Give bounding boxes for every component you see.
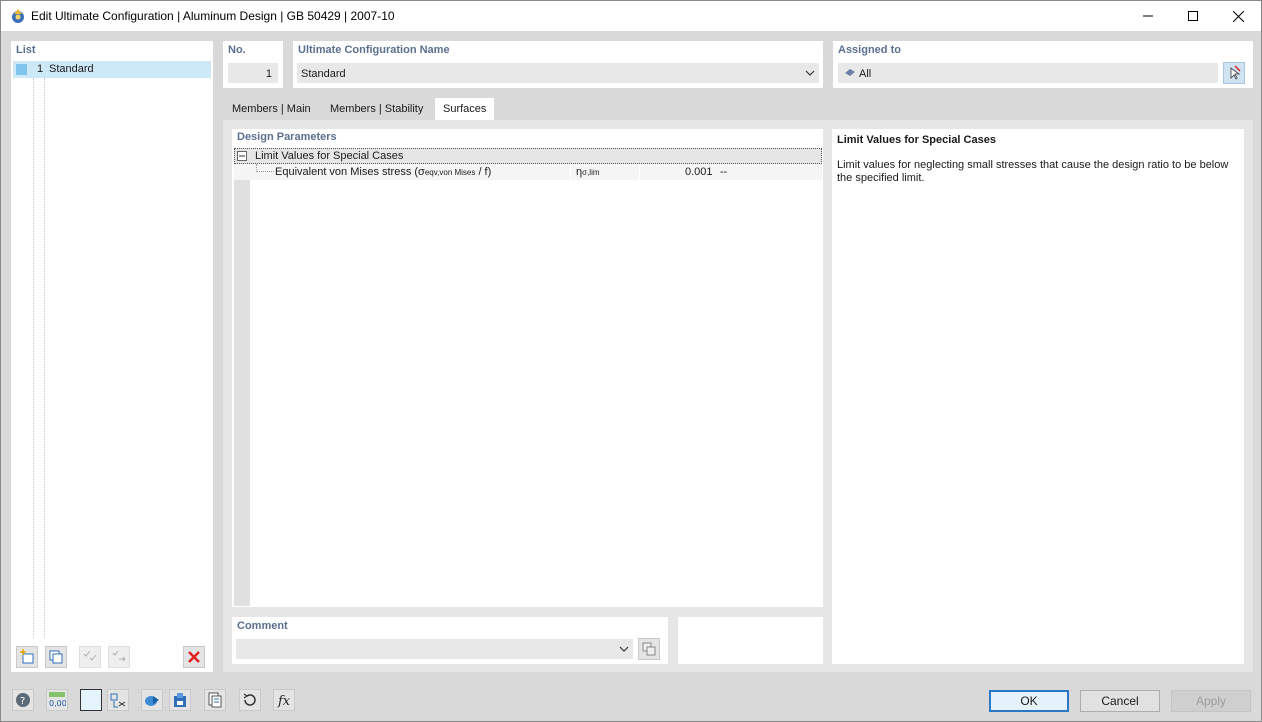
info-panel: Limit Values for Special Cases Limit val… [832,129,1244,664]
uncheck-all-icon [111,649,127,665]
chevron-down-icon [805,68,815,78]
tab-label: Surfaces [443,103,487,115]
parameter-name-text: Equivalent von Mises stress (σ [275,166,425,178]
dialog-window: Edit Ultimate Configuration | Aluminum D… [0,0,1262,722]
tree-guide [33,78,34,638]
new-item-button[interactable] [16,646,38,668]
select-in-model-button[interactable] [1223,62,1245,84]
copy-icon [642,642,656,656]
parameter-name: Equivalent von Mises stress (σeqv,von Mi… [275,166,491,178]
app-icon [10,8,26,24]
new-item-icon [19,649,35,665]
formula-icon: fx [276,692,292,708]
comment-label: Comment [237,620,288,632]
svg-text:0,00: 0,00 [49,699,66,708]
ok-button[interactable]: OK [989,690,1069,712]
reset-button[interactable] [239,689,261,711]
info-title: Limit Values for Special Cases [837,134,996,146]
parameter-name-end: / f) [475,166,492,178]
save-to-library-button[interactable] [169,689,191,711]
model-view-icon [110,692,126,708]
group-label: Limit Values for Special Cases [255,150,404,162]
color-button[interactable] [80,689,102,711]
list-item-number: 1 [37,63,44,75]
comment-select[interactable] [236,639,633,659]
tab-members-main[interactable]: Members | Main [224,98,319,120]
number-field[interactable]: 1 [228,63,278,83]
assigned-label: Assigned to [838,44,901,56]
title-bar: Edit Ultimate Configuration | Aluminum D… [1,1,1261,31]
color-swatch [16,64,27,75]
grid-gutter [234,164,250,606]
report-icon [207,692,223,708]
svg-text:fx: fx [277,694,291,708]
library-icon [172,692,188,708]
assigned-field[interactable]: All [838,63,1218,83]
check-all-icon [82,649,98,665]
list-label: List [16,44,36,56]
check-all-button[interactable] [79,646,101,668]
info-text: Limit values for neglecting small stress… [837,159,1229,184]
minimize-button[interactable] [1125,1,1171,31]
name-value: Standard [301,68,346,80]
parameter-name-subscript: eqv,von Mises [424,168,476,177]
copy-item-button[interactable] [45,646,67,668]
maximize-icon [1188,11,1198,21]
parameter-value[interactable]: 0.001 [685,166,713,178]
tree-connector [256,164,274,172]
maximize-button[interactable] [1170,1,1216,31]
export-icon [144,692,160,708]
collapse-icon[interactable] [237,151,247,161]
formula-button[interactable]: fx [273,689,295,711]
help-icon: ? [15,692,31,708]
table-row[interactable]: Equivalent von Mises stress (σeqv,von Mi… [234,164,822,180]
minimize-icon [1143,11,1153,21]
reset-icon [242,692,258,708]
tree-guide [44,78,45,638]
tab-label: Members | Main [232,103,311,115]
delete-icon [187,650,201,664]
parameter-symbol: ησ,lim [576,166,600,178]
group-header-row[interactable]: Limit Values for Special Cases [234,148,822,164]
pick-cursor-icon [1226,65,1242,81]
decimal-icon: 0,00 [48,692,66,708]
window-title: Edit Ultimate Configuration | Aluminum D… [31,9,395,23]
units-button[interactable]: 0,00 [46,689,68,711]
list-item-name: Standard [49,63,94,75]
surface-icon [844,68,856,78]
report-button[interactable] [204,689,226,711]
help-button[interactable]: ? [12,689,34,711]
comment-library-button[interactable] [638,638,660,660]
tab-members-stability[interactable]: Members | Stability [322,98,431,120]
design-parameters-panel: Design Parameters [232,129,823,607]
blank-panel [678,617,823,664]
apply-button[interactable]: Apply [1171,690,1251,712]
parameter-unit: -- [720,166,728,178]
symbol-cell: ησ,lim [570,164,640,180]
name-select[interactable]: Standard [297,63,819,83]
name-label: Ultimate Configuration Name [298,44,450,56]
number-label: No. [228,44,246,56]
list-item[interactable]: 1 Standard [13,61,211,78]
export-button[interactable] [141,689,163,711]
copy-item-icon [48,649,64,665]
design-parameters-label: Design Parameters [237,131,337,143]
model-view-button[interactable] [107,689,129,711]
close-icon [1232,10,1244,22]
delete-item-button[interactable] [183,646,205,668]
uncheck-all-button[interactable] [108,646,130,668]
svg-text:?: ? [20,696,25,707]
symbol-subscript: σ,lim [582,168,600,177]
tab-label: Members | Stability [330,103,424,115]
list-panel: List [11,41,213,672]
cancel-button[interactable]: Cancel [1080,690,1160,712]
assigned-value: All [859,68,872,80]
number-value: 1 [265,68,272,80]
close-window-button[interactable] [1215,1,1261,31]
chevron-down-icon [619,644,629,654]
tab-surfaces[interactable]: Surfaces [435,98,495,120]
